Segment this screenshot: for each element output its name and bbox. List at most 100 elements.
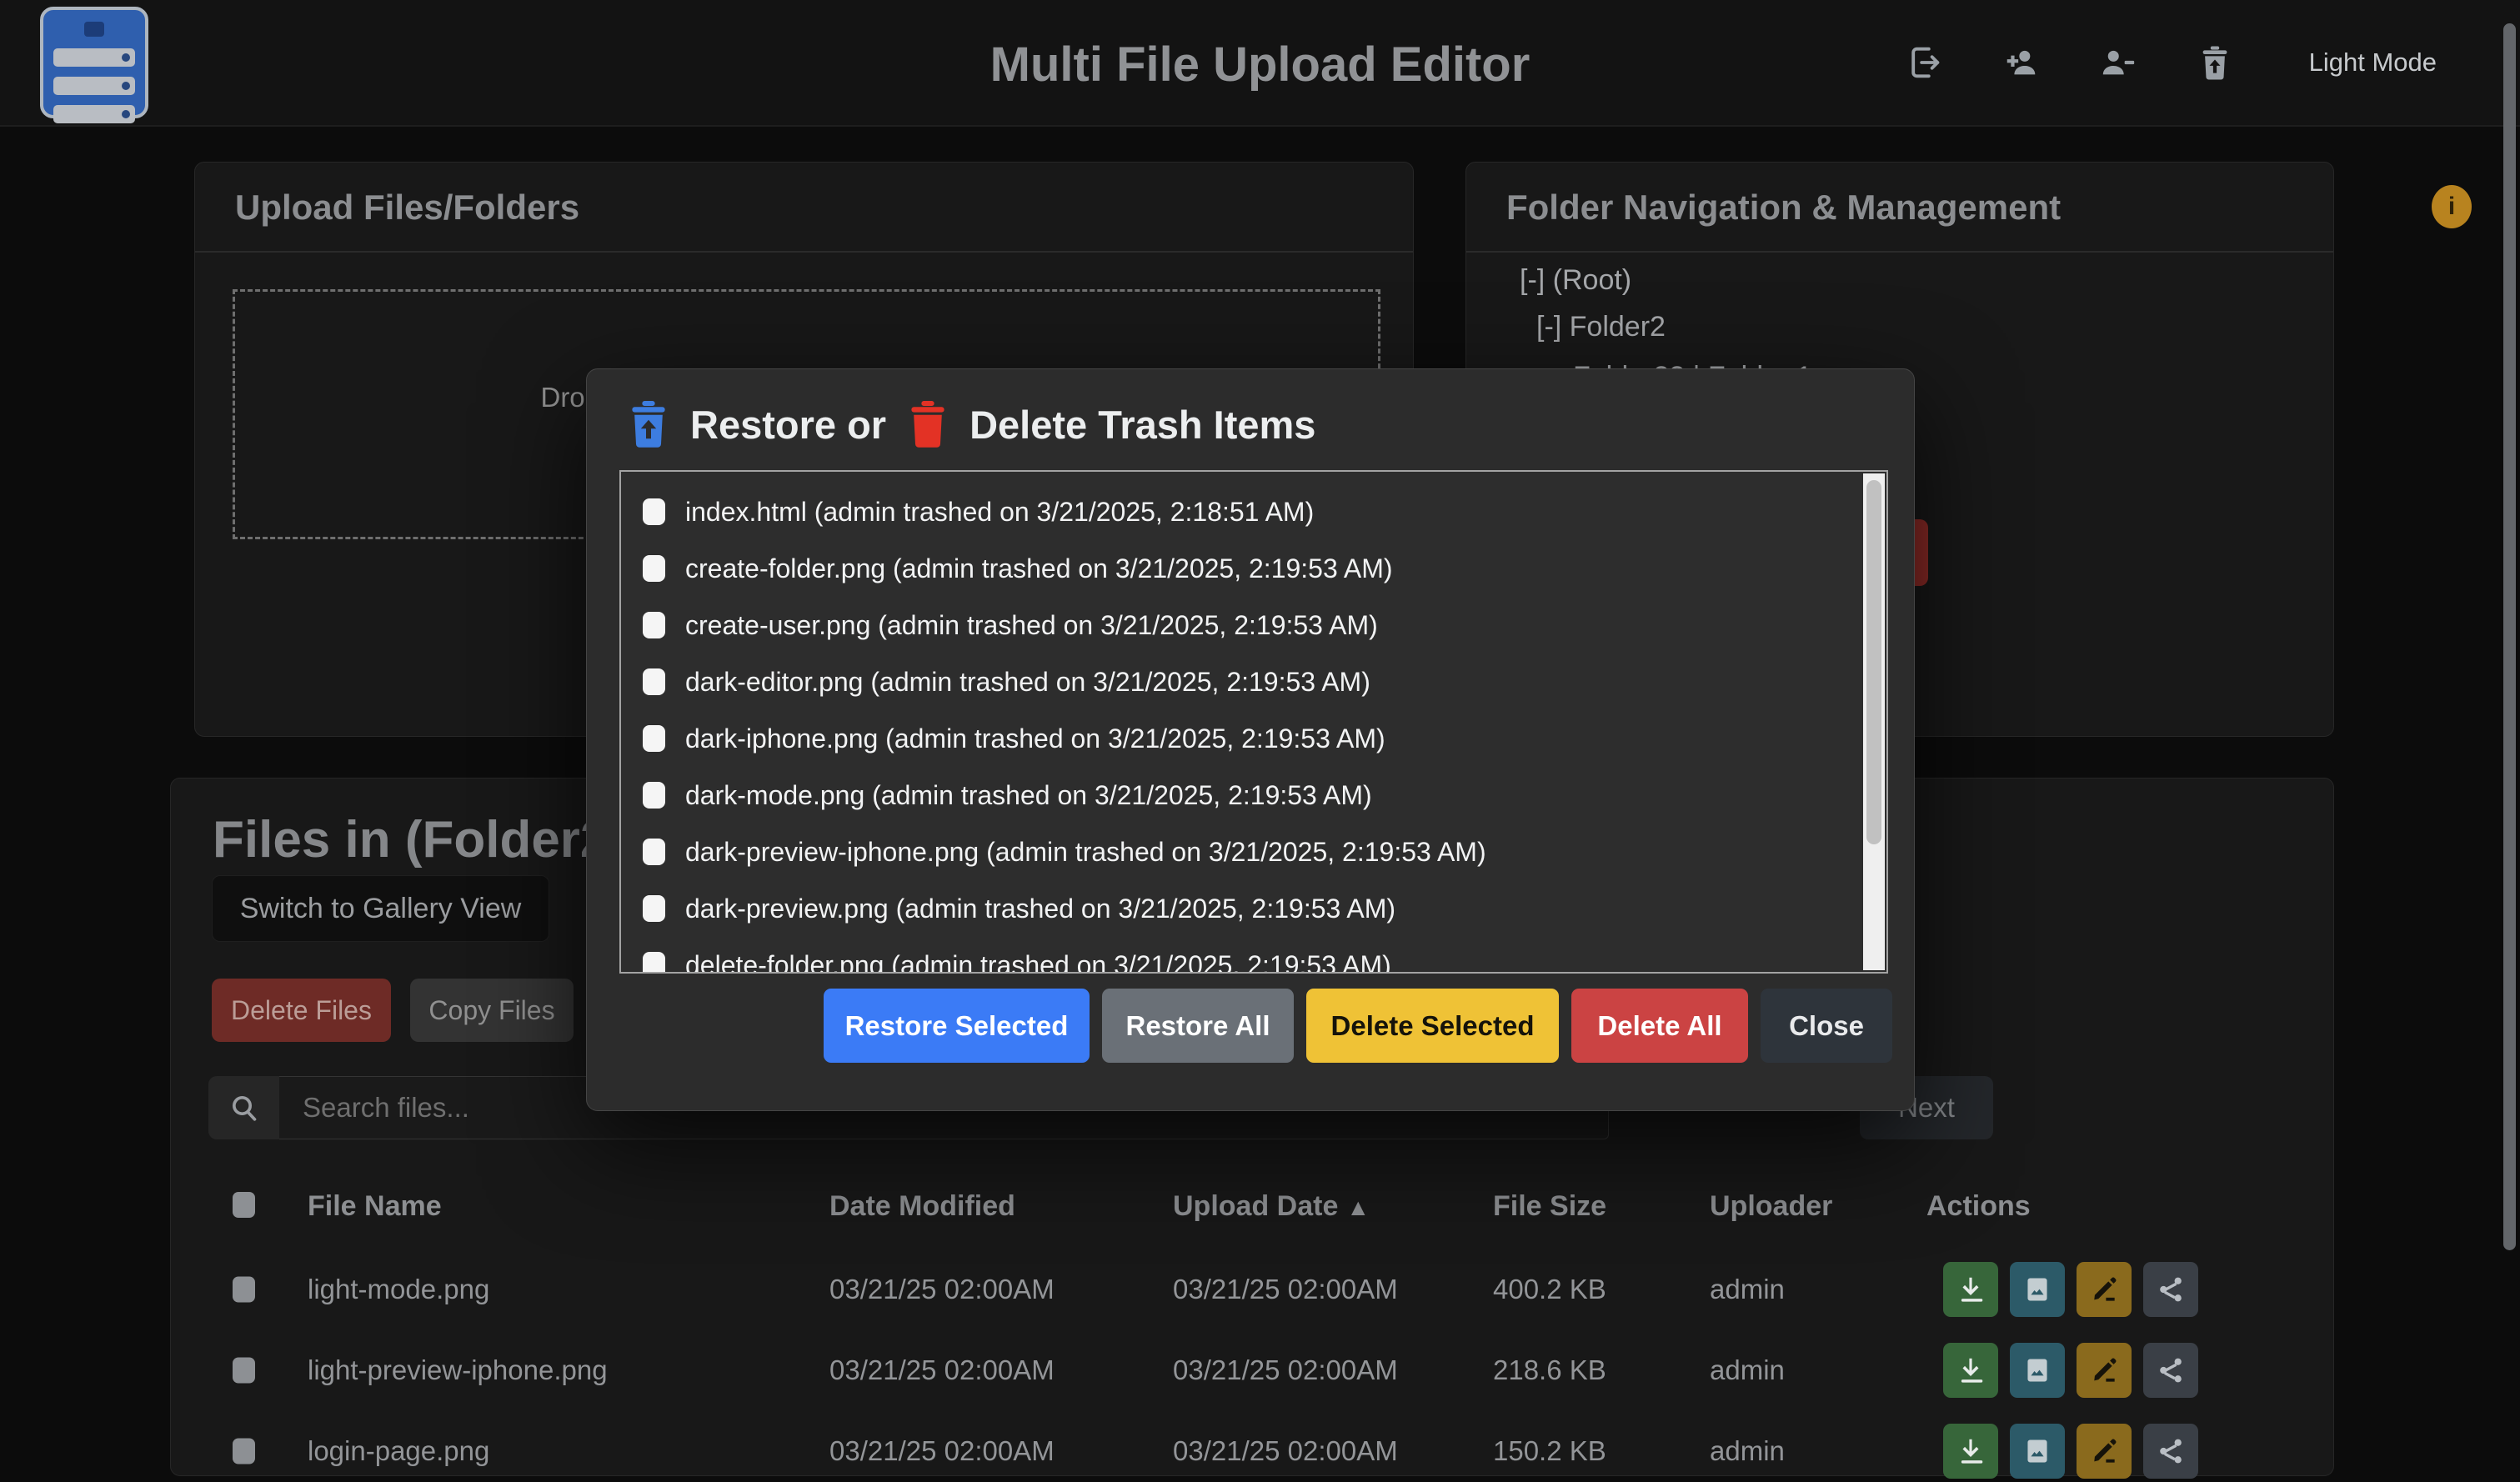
divider [1466, 251, 2333, 253]
select-all-checkbox[interactable] [233, 1192, 255, 1218]
item-checkbox[interactable] [643, 498, 665, 525]
preview-image-button[interactable] [2010, 1424, 2065, 1479]
share-button[interactable] [2143, 1343, 2198, 1398]
upload-panel-title: Upload Files/Folders [235, 188, 579, 228]
modal-buttons: Restore Selected Restore All Delete Sele… [824, 989, 1892, 1063]
item-checkbox[interactable] [643, 895, 665, 922]
light-mode-toggle[interactable]: Light Mode [2309, 48, 2437, 78]
file-name-cell: login-page.png [308, 1435, 489, 1467]
item-checkbox[interactable] [643, 725, 665, 752]
switch-view-button[interactable]: Switch to Gallery View [212, 875, 549, 942]
preview-image-button[interactable] [2010, 1262, 2065, 1317]
upload-date-cell: 03/21/25 02:00AM [1173, 1354, 1398, 1386]
trash-item[interactable]: delete-folder.png (admin trashed on 3/21… [621, 937, 1886, 974]
col-header-file-size[interactable]: File Size [1493, 1190, 1606, 1223]
trash-item-label: dark-preview-iphone.png (admin trashed o… [685, 837, 1486, 868]
trash-item-label: create-user.png (admin trashed on 3/21/2… [685, 610, 1378, 641]
date-modified-cell: 03/21/25 02:00AM [829, 1435, 1055, 1467]
item-checkbox[interactable] [643, 782, 665, 809]
row-checkbox[interactable] [233, 1438, 255, 1464]
trash-item-label: dark-iphone.png (admin trashed on 3/21/2… [685, 723, 1385, 754]
app-logo-icon [40, 7, 148, 118]
trash-item[interactable]: dark-iphone.png (admin trashed on 3/21/2… [621, 710, 1886, 767]
share-button[interactable] [2143, 1262, 2198, 1317]
col-header-date-modified[interactable]: Date Modified [829, 1190, 1015, 1223]
delete-all-button[interactable]: Delete All [1571, 989, 1748, 1063]
delete-files-button[interactable]: Delete Files [212, 979, 391, 1042]
date-modified-cell: 03/21/25 02:00AM [829, 1354, 1055, 1386]
tree-item-root[interactable]: [-] (Root) [1520, 264, 1631, 297]
trash-item-label: index.html (admin trashed on 3/21/2025, … [685, 497, 1314, 528]
trash-item[interactable]: create-user.png (admin trashed on 3/21/2… [621, 597, 1886, 653]
col-header-file-name[interactable]: File Name [308, 1190, 442, 1223]
logout-icon[interactable] [1904, 42, 1946, 83]
item-checkbox[interactable] [643, 612, 665, 638]
info-icon[interactable]: i [2432, 185, 2472, 228]
edit-rename-button[interactable] [2077, 1424, 2132, 1479]
download-button[interactable] [1943, 1424, 1998, 1479]
logo-bar [53, 105, 135, 123]
table-row: light-mode.png 03/21/25 02:00AM 03/21/25… [171, 1249, 2333, 1329]
trash-item[interactable]: dark-mode.png (admin trashed on 3/21/202… [621, 767, 1886, 824]
trash-item-label: dark-mode.png (admin trashed on 3/21/202… [685, 780, 1372, 811]
delete-selected-button[interactable]: Delete Selected [1306, 989, 1559, 1063]
row-checkbox[interactable] [233, 1357, 255, 1383]
row-checkbox[interactable] [233, 1276, 255, 1302]
share-button[interactable] [2143, 1424, 2198, 1479]
close-button[interactable]: Close [1761, 989, 1892, 1063]
file-name-cell: light-mode.png [308, 1274, 489, 1305]
uploader-cell: admin [1710, 1354, 1785, 1386]
restore-selected-button[interactable]: Restore Selected [824, 989, 1090, 1063]
list-scrollbar-thumb[interactable] [1866, 480, 1881, 844]
file-size-cell: 218.6 KB [1493, 1354, 1606, 1386]
app-header: Multi File Upload Editor [0, 0, 2520, 127]
copy-files-button[interactable]: Copy Files [410, 979, 574, 1042]
uploader-cell: admin [1710, 1274, 1785, 1305]
trash-item[interactable]: dark-preview.png (admin trashed on 3/21/… [621, 880, 1886, 937]
modal-title-delete: Delete Trash Items [969, 402, 1315, 448]
search-icon [208, 1076, 279, 1139]
edit-rename-button[interactable] [2077, 1343, 2132, 1398]
sort-ascending-icon: ▲ [1346, 1194, 1370, 1220]
trash-item-label: create-folder.png (admin trashed on 3/21… [685, 553, 1393, 584]
trash-item[interactable]: index.html (admin trashed on 3/21/2025, … [621, 483, 1886, 540]
trash-item-label: dark-editor.png (admin trashed on 3/21/2… [685, 667, 1370, 698]
trash-item[interactable]: dark-editor.png (admin trashed on 3/21/2… [621, 653, 1886, 710]
row-actions [1943, 1343, 2198, 1398]
item-checkbox[interactable] [643, 839, 665, 865]
restore-all-button[interactable]: Restore All [1102, 989, 1294, 1063]
trash-items-list: index.html (admin trashed on 3/21/2025, … [619, 470, 1888, 974]
table-row: light-preview-iphone.png 03/21/25 02:00A… [171, 1329, 2333, 1410]
tree-item-folder2[interactable]: [-] Folder2 [1536, 311, 1666, 343]
item-checkbox[interactable] [643, 668, 665, 695]
trash-item[interactable]: create-folder.png (admin trashed on 3/21… [621, 540, 1886, 597]
add-user-icon[interactable] [2001, 42, 2042, 83]
divider [195, 251, 1413, 253]
col-header-actions: Actions [1926, 1190, 2031, 1223]
download-button[interactable] [1943, 1262, 1998, 1317]
trash-items-modal: Restore or Delete Trash Items index.html… [586, 368, 1915, 1111]
restore-trash-icon [629, 401, 669, 448]
folder-panel-title: Folder Navigation & Management [1506, 188, 2061, 228]
col-header-uploader[interactable]: Uploader [1710, 1190, 1832, 1223]
item-checkbox[interactable] [643, 555, 665, 582]
logo-bar [53, 77, 135, 95]
list-scrollbar[interactable] [1863, 473, 1885, 970]
file-size-cell: 400.2 KB [1493, 1274, 1606, 1305]
upload-date-cell: 03/21/25 02:00AM [1173, 1274, 1398, 1305]
download-button[interactable] [1943, 1343, 1998, 1398]
trash-restore-icon[interactable] [2194, 42, 2236, 83]
file-name-cell: light-preview-iphone.png [308, 1354, 608, 1386]
page-scrollbar[interactable] [2502, 0, 2518, 1482]
preview-image-button[interactable] [2010, 1343, 2065, 1398]
page-scrollbar-thumb[interactable] [2503, 23, 2516, 1250]
item-checkbox[interactable] [643, 952, 665, 974]
files-heading: Files in (Folder2/ [213, 810, 624, 869]
remove-user-icon[interactable] [2097, 42, 2139, 83]
col-header-upload-date[interactable]: Upload Date▲ [1173, 1190, 1370, 1223]
logo-slot [84, 22, 104, 37]
upload-date-cell: 03/21/25 02:00AM [1173, 1435, 1398, 1467]
edit-rename-button[interactable] [2077, 1262, 2132, 1317]
trash-item[interactable]: dark-preview-iphone.png (admin trashed o… [621, 824, 1886, 880]
delete-trash-icon [908, 401, 948, 448]
